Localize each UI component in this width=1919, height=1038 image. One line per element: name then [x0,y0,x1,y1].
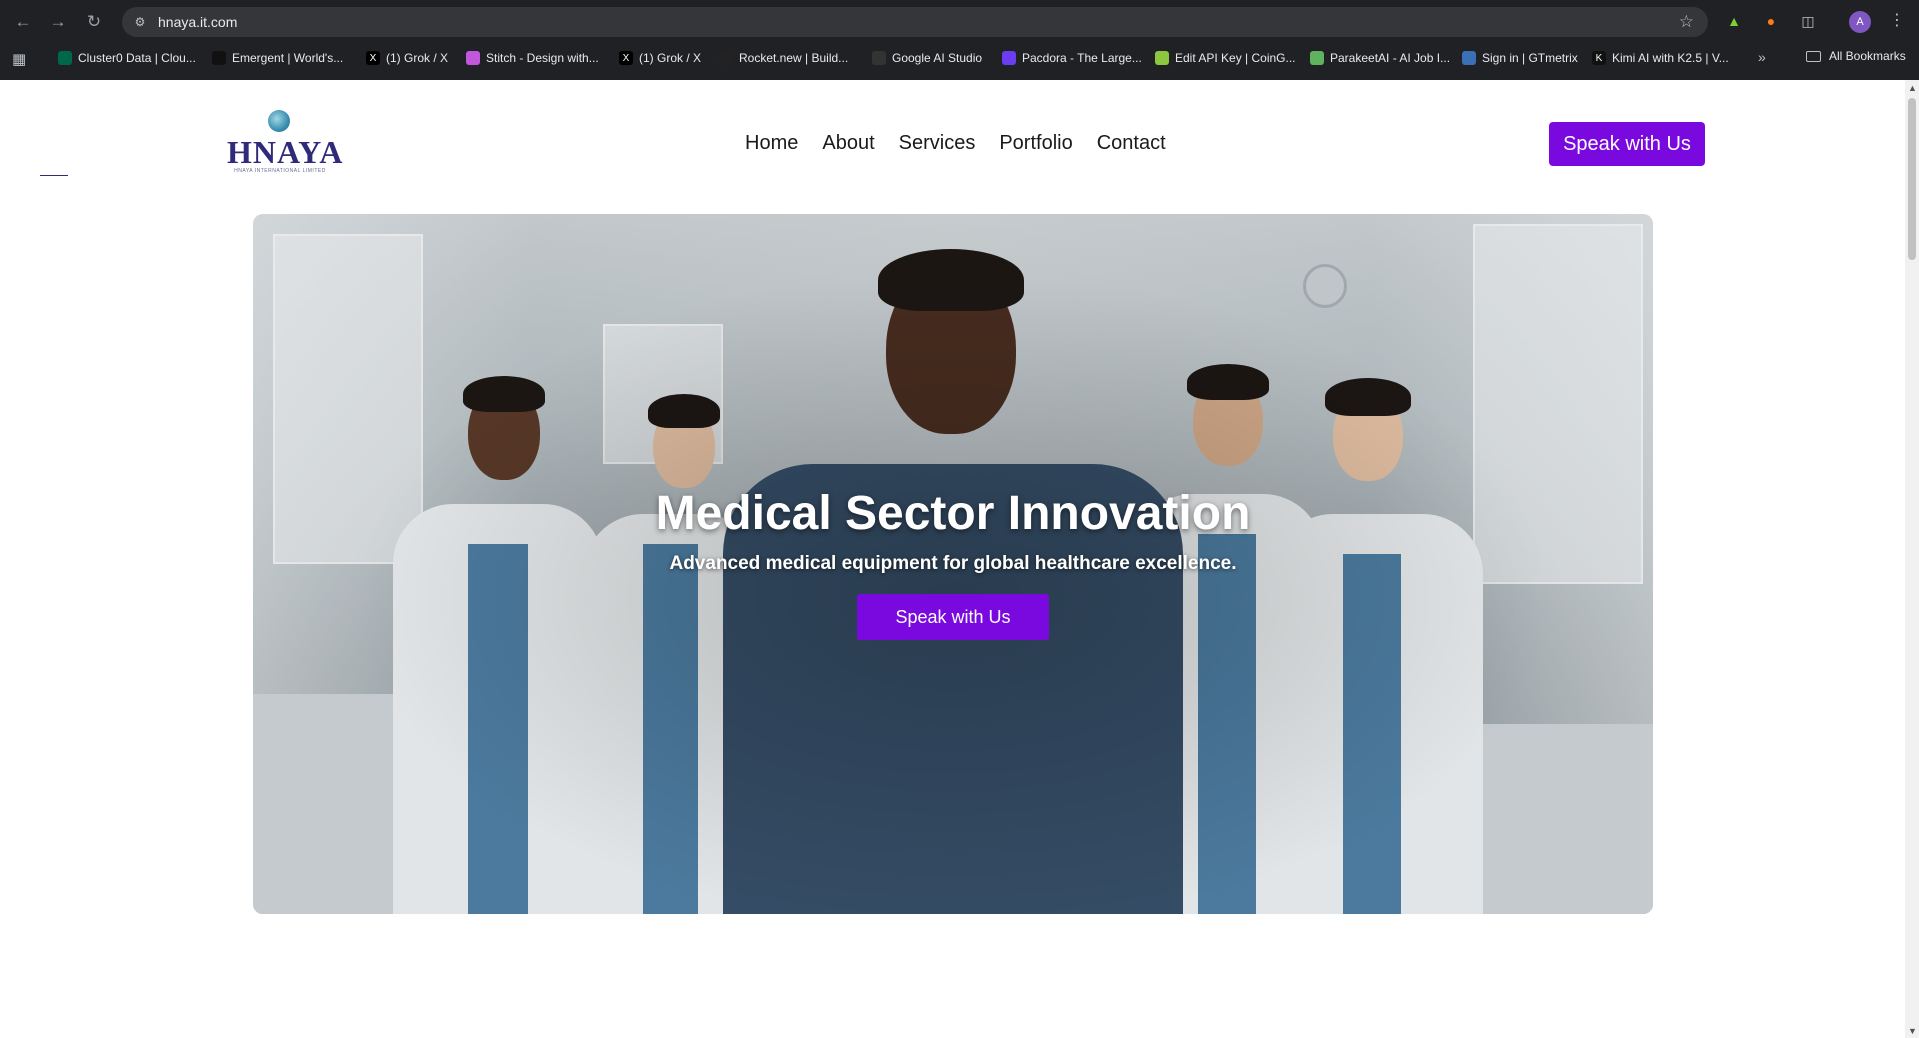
bookmark-label: Edit API Key | CoinG... [1175,51,1296,65]
hero-title: Medical Sector Innovation [655,487,1251,540]
hero-banner: Medical Sector Innovation Advanced medic… [253,214,1653,914]
speak-with-us-hero-button[interactable]: Speak with Us [857,594,1049,640]
browser-chrome: ← → ↻ ⚙ hnaya.it.com ☆ ▲ ● ◫ A ⋮ ▦ Clust… [0,0,1919,80]
bookmark-item[interactable]: K Kimi AI with K2.5 | V... [1592,49,1729,67]
nav-contact[interactable]: Contact [1097,132,1166,155]
bookmark-item[interactable]: X (1) Grok / X [619,49,701,67]
bookmark-label: ParakeetAI - AI Job I... [1330,51,1451,65]
bookmark-label: Pacdora - The Large... [1022,51,1142,65]
apps-grid-icon[interactable]: ▦ [12,50,26,68]
site-logo[interactable]: HNAYA HNAYA INTERNATIONAL LIMITED [227,110,344,178]
reload-icon[interactable]: ↻ [81,9,107,35]
main-nav: Home About Services Portfolio Contact [745,132,1190,155]
hero-subtitle: Advanced medical equipment for global he… [669,553,1237,574]
favicon-icon [1310,51,1324,65]
favicon-icon [58,51,72,65]
bookmark-item[interactable]: Edit API Key | CoinG... [1155,49,1296,67]
url-text[interactable]: hnaya.it.com [158,14,237,30]
bookmark-label: Cluster0 Data | Clou... [78,51,196,65]
scroll-down-arrow-icon[interactable]: ▼ [1908,1026,1917,1036]
all-bookmarks-label: All Bookmarks [1829,49,1906,63]
nav-about[interactable]: About [822,132,874,155]
bookmark-label: Stitch - Design with... [486,51,599,65]
favicon-icon [466,51,480,65]
web-page: HNAYA HNAYA INTERNATIONAL LIMITED Home A… [0,80,1905,1038]
extensions-puzzle-icon[interactable]: ◫ [1797,10,1819,32]
bookmark-item[interactable]: ParakeetAI - AI Job I... [1310,49,1450,67]
favicon-icon [1155,51,1169,65]
logo-text: HNAYA [227,134,344,170]
favicon-icon [1002,51,1016,65]
scrollbar-thumb[interactable] [1908,98,1916,260]
folder-icon [1806,50,1821,62]
bookmark-item[interactable]: Sign in | GTmetrix [1462,49,1578,67]
favicon-icon [212,51,226,65]
extension-chart-icon[interactable]: ▲ [1723,10,1745,32]
bookmark-label: Kimi AI with K2.5 | V... [1612,51,1729,65]
x-logo-icon: X [366,51,380,65]
nav-portfolio[interactable]: Portfolio [999,132,1072,155]
favicon-icon [719,51,733,65]
scroll-up-arrow-icon[interactable]: ▲ [1908,83,1917,93]
bookmarks-bar: ▦ Cluster0 Data | Clou... Emergent | Wor… [0,46,1919,70]
logo-subtitle: HNAYA INTERNATIONAL LIMITED [234,168,326,174]
forward-icon[interactable]: → [45,9,71,35]
more-bookmarks-chevron-icon[interactable]: » [1758,49,1766,65]
speak-with-us-header-button[interactable]: Speak with Us [1549,122,1705,166]
favicon-icon: K [1592,51,1606,65]
bookmark-item[interactable]: Stitch - Design with... [466,49,599,67]
logo-underline [40,175,68,176]
address-bar[interactable]: ⚙ hnaya.it.com ☆ [122,7,1708,37]
bookmark-label: Sign in | GTmetrix [1482,51,1578,65]
profile-avatar[interactable]: A [1849,11,1871,33]
favicon-icon [1462,51,1476,65]
browser-menu-icon[interactable]: ⋮ [1889,10,1905,30]
globe-icon [268,110,290,132]
browser-toolbar: ← → ↻ ⚙ hnaya.it.com ☆ ▲ ● ◫ A ⋮ [0,0,1919,44]
nav-services[interactable]: Services [899,132,976,155]
bookmark-label: (1) Grok / X [386,51,449,65]
bookmark-item[interactable]: Emergent | World's... [212,49,343,67]
favicon-icon [872,51,886,65]
bookmark-label: Rocket.new | Build... [739,51,849,65]
bookmark-item[interactable]: X (1) Grok / X [366,49,448,67]
extension-fox-icon[interactable]: ● [1760,10,1782,32]
page-scrollbar[interactable]: ▲ ▼ [1905,80,1919,1038]
bookmark-item[interactable]: Rocket.new | Build... [719,49,848,67]
bookmark-star-icon[interactable]: ☆ [1679,12,1694,32]
bookmark-item[interactable]: Google AI Studio [872,49,982,67]
back-icon[interactable]: ← [10,9,36,35]
bookmark-label: Emergent | World's... [232,51,344,65]
bookmark-label: (1) Grok / X [639,51,702,65]
all-bookmarks-button[interactable]: All Bookmarks [1806,49,1906,63]
bookmark-item[interactable]: Cluster0 Data | Clou... [58,49,196,67]
bookmark-label: Google AI Studio [892,51,983,65]
site-settings-icon[interactable]: ⚙ [132,14,148,30]
bookmark-item[interactable]: Pacdora - The Large... [1002,49,1142,67]
nav-home[interactable]: Home [745,132,798,155]
x-logo-icon: X [619,51,633,65]
